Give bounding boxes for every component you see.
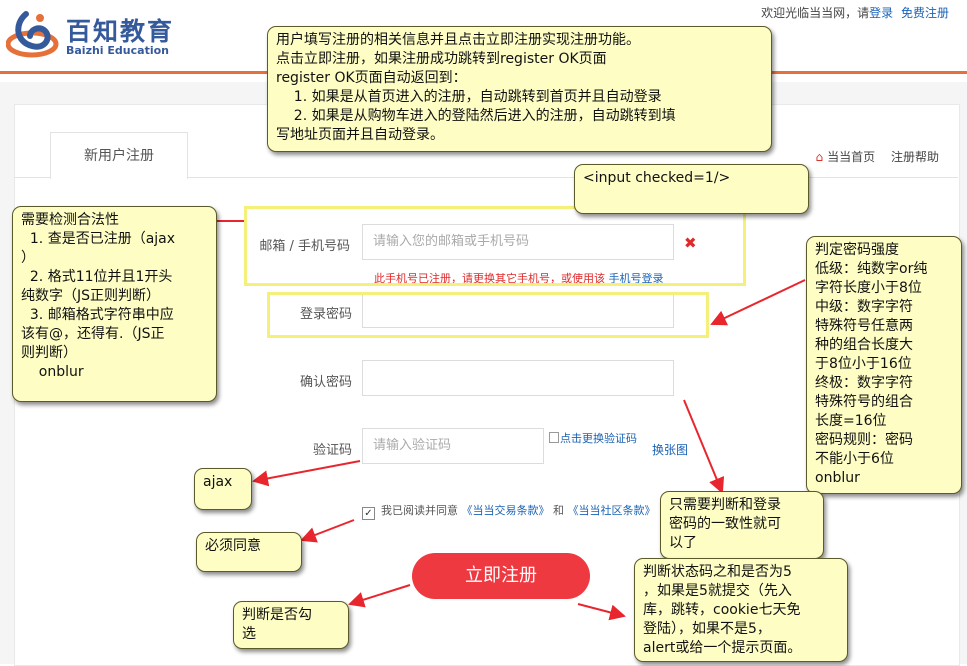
captcha-image[interactable]: 点击更换验证码 [549, 430, 637, 446]
tab-new-user-register[interactable]: 新用户注册 [50, 132, 188, 179]
captcha-refresh-link[interactable]: 换张图 [652, 441, 688, 458]
help-link[interactable]: 注册帮助 [891, 150, 939, 164]
home-icon: ⌂ [815, 150, 824, 164]
captcha-label: 验证码 [312, 443, 352, 458]
logo-text-cn: 百知教育 [66, 17, 175, 46]
breadcrumb: ⌂ 当当首页 注册帮助 [816, 148, 939, 165]
agree-checkbox[interactable]: ✓ [362, 507, 375, 520]
note-register-flow: 用户填写注册的相关信息并且点击立即注册实现注册功能。 点击立即注册，如果注册成功… [267, 26, 772, 152]
home-link[interactable]: 当当首页 [827, 150, 875, 164]
captcha-field[interactable]: 请输入验证码 [362, 428, 544, 464]
captcha-image-alt: 点击更换验证码 [560, 432, 637, 445]
top-login-bar: 欢迎光临当当网，请登录 免费注册 [761, 4, 949, 21]
agreement-row: ✓ 我已阅读并同意 《当当交易条款》 和 《当当社区条款》 [362, 502, 656, 520]
note-check-box: 判断是否勾 选 [233, 601, 349, 649]
agree-text: 我已阅读并同意 [381, 504, 458, 517]
trade-terms-link[interactable]: 《当当交易条款》 [462, 504, 550, 517]
logo-text-en: Baizhi Education [66, 44, 169, 57]
login-link[interactable]: 登录 [869, 6, 893, 20]
register-link[interactable]: 免费注册 [901, 6, 949, 20]
note-must-agree: 必须同意 [196, 532, 302, 572]
email-highlight-box [244, 206, 746, 286]
password-highlight-box [267, 292, 709, 338]
note-email-legality: 需要检测合法性 1. 查是否已注册（ajax ） 2. 格式11位并且1开头 纯… [12, 206, 217, 402]
note-captcha-ajax: ajax [194, 468, 252, 510]
note-confirm-consistency: 只需要判断和登录 密码的一致性就可 以了 [660, 491, 824, 559]
register-submit-button[interactable]: 立即注册 [412, 553, 590, 599]
agree-and: 和 [553, 504, 564, 517]
note-input-checked: <input checked=1/> [574, 164, 809, 214]
welcome-text: 欢迎光临当当网，请 [761, 6, 870, 20]
logo-mark-icon [6, 11, 59, 58]
confirm-password-field[interactable] [362, 360, 674, 396]
community-terms-link[interactable]: 《当当社区条款》 [568, 504, 656, 517]
broken-image-icon [549, 432, 559, 443]
confirm-password-label: 确认密码 [299, 375, 352, 390]
note-submit-status: 判断状态码之和是否为5 ，如果是5就提交（先入 库，跳转，cookie七天免 登… [634, 558, 848, 662]
note-password-strength: 判定密码强度 低级：纯数字or纯 字符长度小于8位 中级：数字字符 特殊符号任意… [806, 236, 962, 494]
logo[interactable]: 百知教育 Baizhi Education [6, 8, 176, 62]
